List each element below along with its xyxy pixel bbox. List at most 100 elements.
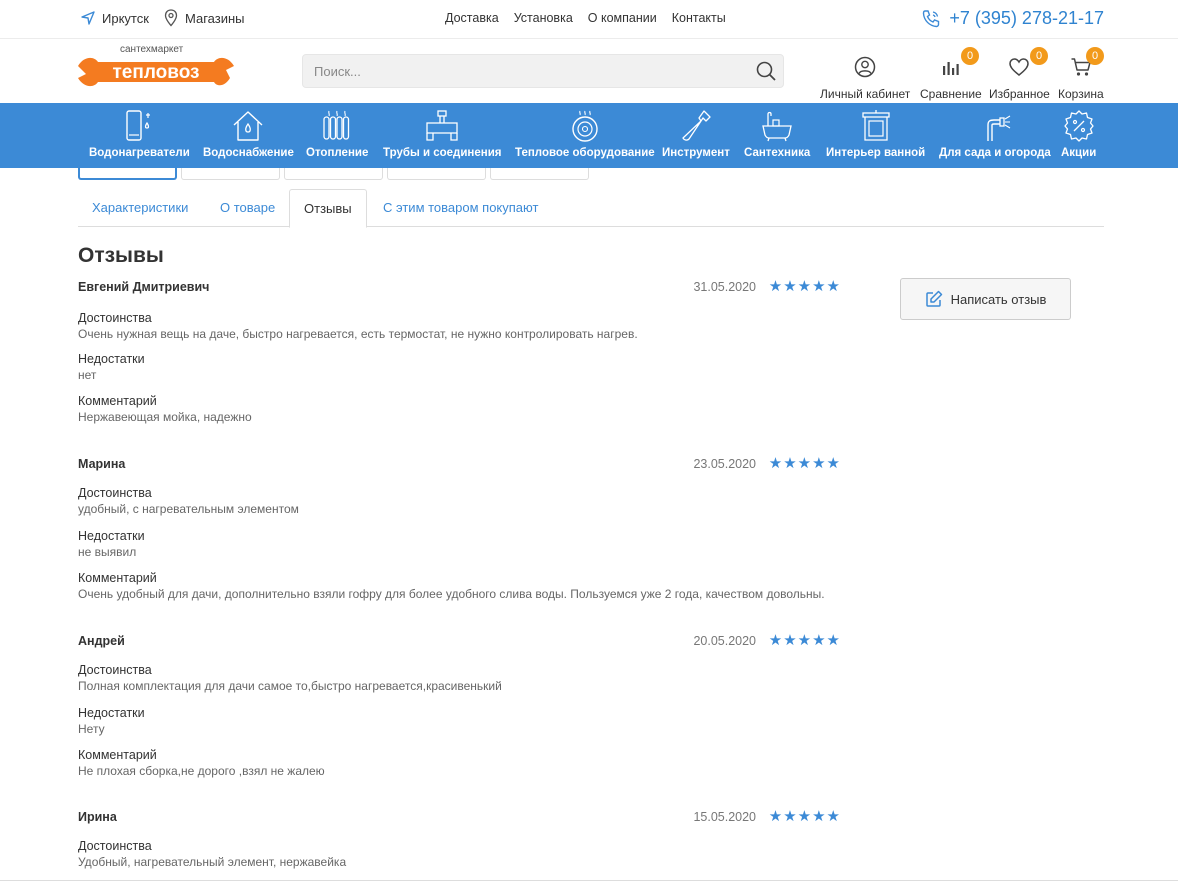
review-cons: Недостатки Нету	[78, 706, 145, 736]
product-tabs: Характеристики О товаре Отзывы С этим то…	[78, 189, 1104, 228]
star-icon: ★	[826, 278, 840, 295]
search-icon[interactable]	[755, 60, 777, 82]
star-icon: ★	[783, 808, 797, 825]
wrench-icon	[682, 110, 711, 141]
pros-label: Достоинства	[78, 311, 152, 325]
category-promotions[interactable]: Акции	[1061, 109, 1096, 159]
cart-label: Корзина	[1058, 87, 1104, 101]
nav-about[interactable]: О компании	[588, 11, 657, 25]
cart-link[interactable]: Корзина 0	[1058, 47, 1104, 101]
nav-installation[interactable]: Установка	[514, 11, 573, 25]
city-selector[interactable]: Иркутск	[80, 10, 149, 26]
favorites-count-badge: 0	[1030, 47, 1048, 65]
category-garden[interactable]: Для сада и огорода	[939, 109, 1051, 159]
user-icon	[854, 56, 876, 78]
search-input[interactable]	[303, 55, 743, 87]
star-icon: ★	[768, 278, 783, 295]
section-title: Отзывы	[78, 244, 164, 267]
product-thumbnail[interactable]	[387, 168, 486, 180]
compare-label: Сравнение	[920, 87, 982, 101]
star-icon: ★	[783, 455, 797, 472]
phone-icon	[923, 9, 940, 27]
star-icon: ★	[812, 632, 826, 649]
location-arrow-icon	[81, 11, 95, 25]
pros-value: Удобный, нагревательный элемент, нержаве…	[78, 855, 347, 869]
star-icon: ★	[783, 632, 797, 649]
category-label: Инструмент	[662, 147, 730, 159]
tab-reviews[interactable]: Отзывы	[289, 189, 367, 228]
account-label: Личный кабинет	[820, 87, 911, 101]
compare-link[interactable]: Сравнение 0	[920, 47, 982, 101]
category-water-heaters[interactable]: Водонагреватели	[89, 109, 190, 159]
pros-value: удобный, с нагревательным элементом	[78, 502, 299, 516]
comment-value: Нержавеющая мойка, надежно	[78, 410, 252, 424]
favorites-link[interactable]: Избранное 0	[989, 47, 1050, 101]
review-pros: Достоинства Очень нужная вещь на даче, б…	[78, 311, 638, 341]
comment-label: Комментарий	[78, 571, 157, 585]
tab-about[interactable]: О товаре	[206, 189, 289, 227]
cons-value: нет	[78, 368, 97, 382]
compare-chart-icon	[942, 62, 959, 75]
product-thumbnail[interactable]	[181, 168, 280, 180]
review-author: Марина	[78, 457, 126, 471]
rating-stars: ★ ★ ★ ★ ★	[768, 278, 840, 295]
rating-stars: ★ ★ ★ ★ ★	[769, 808, 840, 825]
product-thumbnail[interactable]	[284, 168, 383, 180]
phone-link[interactable]: +7 (395) 278-21-17	[921, 8, 1104, 29]
discount-icon	[1063, 110, 1094, 142]
pipes-icon	[426, 110, 458, 141]
cons-value: не выявил	[78, 545, 137, 559]
review-comment: Комментарий Не плохая сборка,не дорого ,…	[78, 748, 325, 778]
star-icon: ★	[797, 632, 812, 649]
category-pipes[interactable]: Трубы и соединения	[383, 109, 502, 159]
cons-label: Недостатки	[78, 706, 145, 720]
category-plumbing[interactable]: Сантехника	[744, 109, 810, 159]
pros-label: Достоинства	[78, 839, 152, 853]
pros-label: Достоинства	[78, 663, 152, 677]
star-icon: ★	[812, 808, 826, 825]
heart-icon	[1009, 58, 1030, 76]
category-label: Тепловое оборудование	[515, 147, 655, 159]
review-cons: Недостатки не выявил	[78, 529, 145, 559]
tab-also-bought[interactable]: С этим товаром покупают	[369, 189, 552, 227]
product-thumbnail[interactable]	[78, 168, 177, 180]
heat-equipment-icon	[572, 110, 598, 142]
star-icon: ★	[812, 455, 826, 472]
pros-value: Полная комплектация для дачи самое то,бы…	[78, 679, 502, 693]
category-water-supply[interactable]: Водоснабжение	[203, 109, 294, 159]
review-date: 23.05.2020	[693, 457, 756, 471]
write-review-button[interactable]: Написать отзыв	[900, 278, 1071, 320]
phone-number: +7 (395) 278-21-17	[949, 8, 1104, 28]
comment-label: Комментарий	[78, 748, 157, 762]
logo[interactable]: сантехмаркет тепловоз	[78, 44, 234, 96]
compare-count-badge: 0	[961, 47, 979, 65]
category-heating[interactable]: Отопление	[306, 109, 368, 159]
shops-link[interactable]: Магазины	[163, 9, 245, 27]
product-thumbnail[interactable]	[490, 168, 589, 180]
category-label: Водонагреватели	[89, 147, 190, 159]
favorites-label: Избранное	[989, 87, 1050, 101]
cons-label: Недостатки	[78, 352, 145, 366]
comment-value: Очень удобный для дачи, дополнительно вз…	[78, 587, 825, 601]
category-tools[interactable]: Инструмент	[662, 109, 730, 159]
logo-text: тепловоз	[112, 62, 199, 83]
star-icon: ★	[826, 632, 840, 649]
review-pros: Достоинства Удобный, нагревательный элем…	[78, 839, 346, 869]
review-pros: Достоинства Полная комплектация для дачи…	[78, 663, 502, 693]
category-bathroom-interior[interactable]: Интерьер ванной	[826, 109, 925, 159]
rating-stars: ★ ★ ★ ★ ★	[769, 632, 840, 649]
star-icon: ★	[826, 455, 840, 472]
top-nav: Доставка Установка О компании Контакты	[445, 11, 726, 25]
divider	[0, 880, 1178, 881]
review-date: 31.05.2020	[693, 280, 756, 294]
nav-delivery[interactable]: Доставка	[445, 11, 499, 25]
account-link[interactable]: Личный кабинет	[820, 56, 910, 101]
cons-value: Нету	[78, 722, 105, 736]
review-author: Ирина	[78, 810, 117, 824]
category-label: Водоснабжение	[203, 147, 294, 159]
water-supply-icon	[233, 111, 263, 141]
tab-characteristics[interactable]: Характеристики	[78, 189, 202, 227]
nav-contacts[interactable]: Контакты	[672, 11, 726, 25]
write-review-label: Написать отзыв	[950, 291, 1047, 307]
category-heat-equipment[interactable]: Тепловое оборудование	[515, 109, 655, 159]
